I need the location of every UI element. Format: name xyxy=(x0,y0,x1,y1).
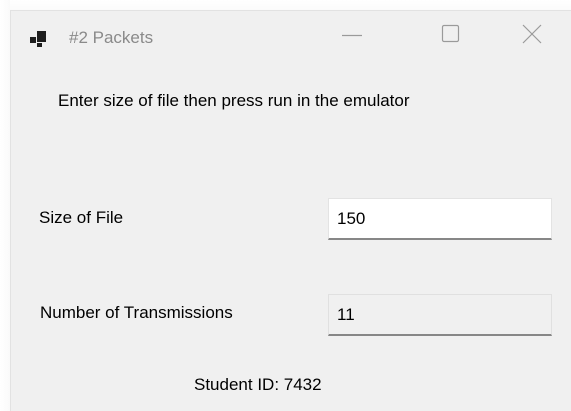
maximize-button[interactable] xyxy=(424,11,480,59)
size-of-file-input[interactable]: 150 xyxy=(328,198,552,240)
app-window-icon xyxy=(30,31,52,47)
app-window: #2 Packets Enter size of file then press… xyxy=(10,10,571,411)
transmissions-label: Number of Transmissions xyxy=(40,303,233,322)
screen-margin-left xyxy=(0,0,10,411)
minimize-button[interactable] xyxy=(325,11,381,59)
screen-margin-top xyxy=(0,0,571,10)
transmissions-output: 11 xyxy=(328,294,552,336)
window-title: #2 Packets xyxy=(69,28,154,47)
close-button[interactable] xyxy=(511,11,567,59)
size-of-file-label: Size of File xyxy=(39,208,124,227)
title-bar[interactable]: #2 Packets xyxy=(11,11,571,61)
student-id-label: Student ID: 7432 xyxy=(194,375,322,394)
instruction-text: Enter size of file then press run in the… xyxy=(58,91,410,110)
